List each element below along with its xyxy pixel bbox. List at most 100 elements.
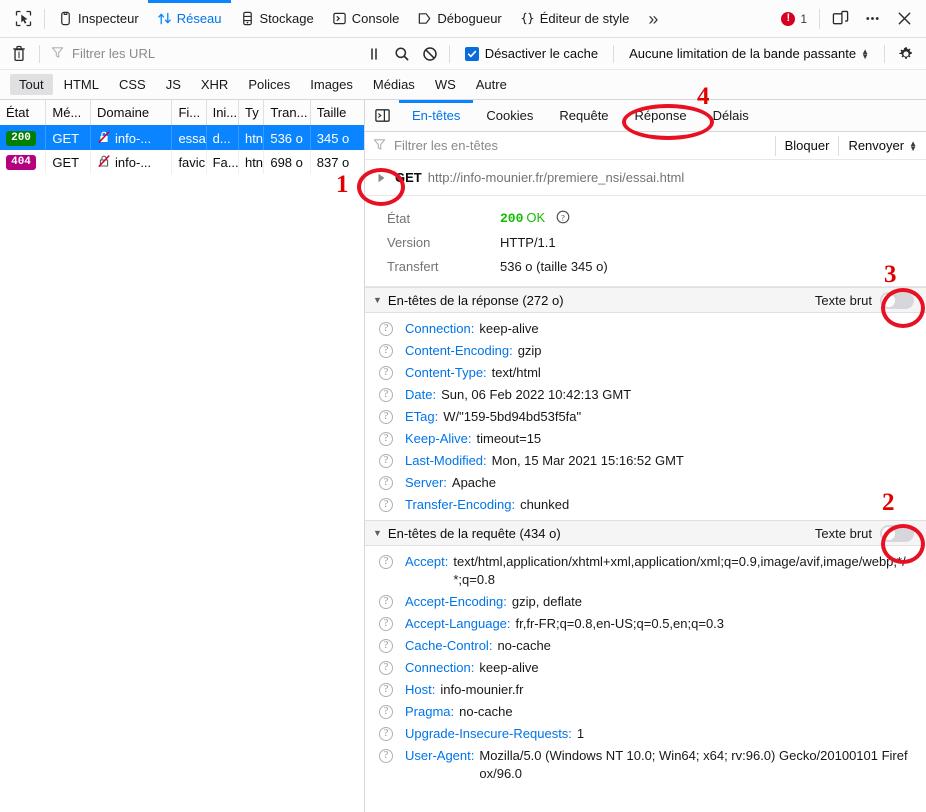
responsive-design-mode-icon[interactable] [824,4,856,34]
header-name[interactable]: Date: [405,386,436,404]
header-name[interactable]: Connection: [405,320,474,338]
tab-reponse[interactable]: Réponse [622,100,700,131]
tab-editeur-de-style[interactable]: Éditeur de style [511,0,639,37]
column-header-etat[interactable]: État [0,100,46,125]
search-icon[interactable] [388,41,416,67]
help-icon[interactable]: ? [379,617,393,631]
expand-url-twisty-icon[interactable] [373,170,389,186]
toolbar-divider [39,45,40,63]
tab-cookies[interactable]: Cookies [473,100,546,131]
block-icon[interactable] [416,41,444,67]
headers-filter-input[interactable] [392,137,775,154]
help-icon[interactable]: ? [379,727,393,741]
column-header-transfere[interactable]: Tran... [264,100,310,125]
help-icon[interactable]: ? [379,749,393,763]
header-name[interactable]: Server: [405,474,447,492]
help-icon[interactable]: ? [379,344,393,358]
help-icon[interactable]: ? [379,498,393,512]
help-icon[interactable]: ? [379,410,393,424]
column-header-domaine[interactable]: Domaine [91,100,172,125]
pause-icon[interactable] [360,41,388,67]
tab-console[interactable]: Console [323,0,409,37]
header-name[interactable]: Cache-Control: [405,637,492,655]
disable-cache-checkbox[interactable]: Désactiver le cache [455,46,608,61]
help-icon[interactable]: ? [379,476,393,490]
network-toolbar: Désactiver le cache Aucune limitation de… [0,38,926,70]
header-name[interactable]: ETag: [405,408,438,426]
header-name[interactable]: Host: [405,681,435,699]
column-header-taille[interactable]: Taille [311,100,364,125]
filter-tout[interactable]: Tout [10,74,53,95]
url-filter-field[interactable] [45,42,360,66]
help-icon[interactable]: ? [379,388,393,402]
header-name[interactable]: Content-Type: [405,364,487,382]
filter-js[interactable]: JS [157,74,190,95]
filter-medias[interactable]: Médias [364,74,424,95]
column-header-initiateur[interactable]: Ini... [207,100,239,125]
url-filter-input[interactable] [70,45,360,62]
help-icon[interactable]: ? [379,705,393,719]
more-options-icon[interactable] [856,4,888,34]
toggle-panel-icon[interactable] [365,100,399,131]
filter-xhr[interactable]: XHR [192,74,237,95]
header-name[interactable]: Pragma: [405,703,454,721]
header-name[interactable]: Upgrade-Insecure-Requests: [405,725,572,743]
column-header-fichier[interactable]: Fi... [172,100,206,125]
help-icon[interactable]: ? [379,661,393,675]
table-row[interactable]: 404 GET info-... [0,150,364,174]
help-icon[interactable]: ? [379,683,393,697]
tab-stockage[interactable]: Stockage [231,0,323,37]
help-icon[interactable]: ? [379,432,393,446]
headers-filter-bar: Bloquer Renvoyer ▲▼ [365,132,926,160]
help-icon[interactable]: ? [379,454,393,468]
help-icon[interactable]: ? [379,322,393,336]
throttling-select[interactable]: Aucune limitation de la bande passante ▲… [619,46,879,61]
more-tabs-chevron-icon[interactable]: » [638,10,668,28]
tab-debogueur[interactable]: Débogueur [408,0,510,37]
help-icon[interactable]: ? [379,555,393,569]
domain-label: info-... [115,131,151,146]
response-raw-toggle[interactable] [880,292,914,309]
error-count-badge[interactable]: ! 1 [781,12,815,26]
filter-ws[interactable]: WS [426,74,465,95]
tab-reseau[interactable]: Réseau [148,0,231,37]
request-url-row[interactable]: GET http://info-mounier.fr/premiere_nsi/… [365,160,926,196]
table-row[interactable]: 200 GET info-... [0,126,364,150]
block-button[interactable]: Bloquer [775,136,839,156]
header-name[interactable]: Accept: [405,553,448,571]
gear-icon[interactable] [890,40,922,68]
filter-polices[interactable]: Polices [239,74,299,95]
tab-delais[interactable]: Délais [700,100,762,131]
header-name[interactable]: Connection: [405,659,474,677]
filter-images[interactable]: Images [301,74,362,95]
tab-inspecteur[interactable]: Inspecteur [49,0,148,37]
help-icon[interactable]: ? [556,210,570,227]
help-icon[interactable]: ? [379,366,393,380]
column-header-type[interactable]: Ty [239,100,264,125]
header-name[interactable]: Last-Modified: [405,452,487,470]
header-name[interactable]: Accept-Language: [405,615,511,633]
summary-row-transfert: Transfert 536 o (taille 345 o) [365,254,926,278]
header-name[interactable]: Content-Encoding: [405,342,513,360]
filter-autre[interactable]: Autre [467,74,516,95]
filter-css[interactable]: CSS [110,74,155,95]
header-name[interactable]: Keep-Alive: [405,430,471,448]
response-headers-section-header[interactable]: ▼ En-têtes de la réponse (272 o) Texte b… [365,287,926,313]
close-icon[interactable] [888,4,920,34]
element-picker-icon[interactable] [6,4,40,34]
filter-html[interactable]: HTML [55,74,108,95]
column-header-methode[interactable]: Mé... [46,100,91,125]
headers-filter-field[interactable] [373,137,775,154]
trash-icon[interactable] [4,41,34,67]
header-name[interactable]: User-Agent: [405,747,474,765]
chevron-down-icon: ▼ [373,528,382,538]
header-name[interactable]: Accept-Encoding: [405,593,507,611]
help-icon[interactable]: ? [379,639,393,653]
request-headers-section-header[interactable]: ▼ En-têtes de la requête (434 o) Texte b… [365,520,926,546]
resend-button[interactable]: Renvoyer ▲▼ [838,136,926,156]
request-raw-toggle[interactable] [880,525,914,542]
header-name[interactable]: Transfer-Encoding: [405,496,515,514]
tab-requete[interactable]: Requête [546,100,621,131]
tab-en-tetes[interactable]: En-têtes [399,100,473,131]
help-icon[interactable]: ? [379,595,393,609]
